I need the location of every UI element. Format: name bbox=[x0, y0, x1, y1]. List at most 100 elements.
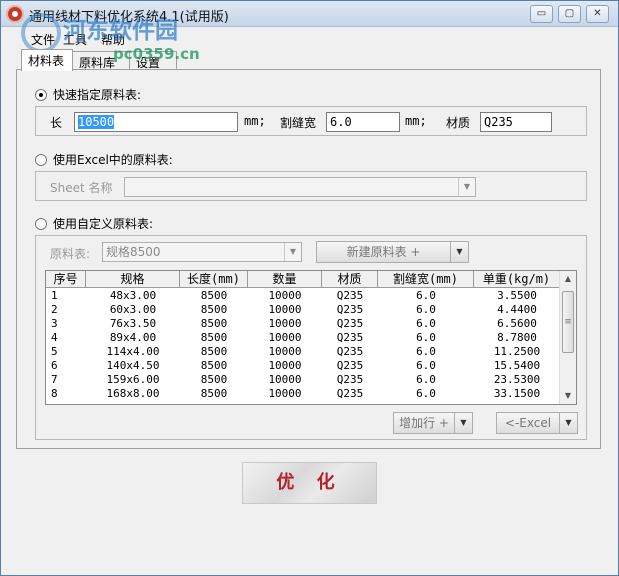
table-cell: Q235 bbox=[336, 345, 364, 358]
excel-radio[interactable] bbox=[35, 153, 47, 166]
table-cell: Q235 bbox=[336, 303, 364, 316]
table-cell: 6.0 bbox=[416, 303, 436, 316]
table-cell: 140x4.50 bbox=[106, 359, 160, 372]
table-row[interactable]: 2 60x3.00 8500 10000 Q235 6.0 4.4400 bbox=[46, 303, 560, 317]
table-cell: Q235 bbox=[336, 331, 364, 344]
table-cell: 3 bbox=[51, 317, 58, 330]
column-header[interactable]: 材质 bbox=[322, 271, 378, 288]
table-cell: 159x6.00 bbox=[106, 373, 160, 386]
custom-radio[interactable] bbox=[35, 217, 47, 230]
table-cell: 2 bbox=[51, 303, 58, 316]
column-header[interactable]: 数量 bbox=[248, 271, 322, 288]
table-row[interactable]: 7 159x6.00 8500 10000 Q235 6.0 23.5300 bbox=[46, 373, 560, 387]
column-header[interactable]: 序号 bbox=[46, 271, 86, 288]
minimize-button[interactable]: ▭ bbox=[530, 5, 553, 23]
table-body: 1 48x3.00 8500 10000 Q235 6.0 3.5500 2 60x3.00 85… bbox=[46, 289, 560, 401]
sheet-name-label: Sheet 名称 bbox=[50, 181, 113, 195]
stock-table-value: 规格8500 bbox=[106, 245, 161, 259]
menu-help[interactable]: 帮助 bbox=[101, 31, 125, 48]
scroll-thumb[interactable]: ≡ bbox=[562, 291, 574, 353]
chevron-down-icon[interactable]: ▼ bbox=[450, 242, 468, 262]
optimize-button[interactable]: 优 化 bbox=[242, 462, 377, 504]
excel-radio-row[interactable]: 使用Excel中的原料表: bbox=[35, 151, 173, 168]
add-row-button[interactable]: 增加行 + ▼ bbox=[393, 412, 473, 434]
table-cell: 10000 bbox=[268, 303, 302, 316]
material-label: 材质 bbox=[446, 116, 471, 130]
column-header[interactable]: 单重(kg/m) bbox=[474, 271, 560, 288]
table-cell: 6.0 bbox=[416, 345, 436, 358]
stock-table-select[interactable]: 规格8500 ▼ bbox=[102, 242, 302, 262]
new-stock-table-label: 新建原料表 + bbox=[346, 245, 421, 259]
table-cell: 23.5300 bbox=[493, 373, 541, 386]
table-cell: 8 bbox=[51, 387, 58, 400]
table-cell: 6.0 bbox=[416, 373, 436, 386]
column-header[interactable]: 规格 bbox=[86, 271, 180, 288]
table-row[interactable]: 1 48x3.00 8500 10000 Q235 6.0 3.5500 bbox=[46, 289, 560, 303]
column-header[interactable]: 长度(mm) bbox=[180, 271, 248, 288]
material-input[interactable]: Q235 bbox=[480, 112, 552, 132]
table-cell: 10000 bbox=[268, 317, 302, 330]
table-header: 序号 规格 长度(mm) 数量 材质 割缝宽(mm) 单重(kg/m) bbox=[46, 271, 560, 288]
table-row[interactable]: 6 140x4.50 8500 10000 Q235 6.0 15.5400 bbox=[46, 359, 560, 373]
stock-table-grid[interactable]: 序号 规格 长度(mm) 数量 材质 割缝宽(mm) 单重(kg/m) 1 48x3.00 85… bbox=[45, 270, 577, 405]
close-button[interactable]: ✕ bbox=[586, 5, 609, 23]
table-cell: 4.4400 bbox=[497, 303, 537, 316]
table-cell: 6.0 bbox=[416, 359, 436, 372]
table-cell: 1 bbox=[51, 289, 58, 302]
length-input[interactable]: 10500 bbox=[74, 112, 238, 132]
table-cell: 8500 bbox=[200, 387, 228, 400]
window-title: 通用线材下料优化系统4.1(试用版) bbox=[29, 10, 229, 25]
table-cell: 10000 bbox=[268, 345, 302, 358]
scroll-down-icon[interactable]: ▼ bbox=[560, 388, 576, 404]
chevron-down-icon: ▼ bbox=[284, 243, 301, 261]
tab-stock-library[interactable]: 原料库 bbox=[72, 51, 130, 71]
tab-materials[interactable]: 材料表 bbox=[21, 49, 73, 71]
table-cell: 8500 bbox=[200, 373, 228, 386]
menu-file[interactable]: 文件 bbox=[31, 31, 55, 48]
quick-radio-label: 快速指定原料表: bbox=[53, 88, 142, 102]
table-cell: 10000 bbox=[268, 289, 302, 302]
tab-settings[interactable]: 设置 bbox=[129, 51, 177, 71]
table-cell: 8500 bbox=[200, 303, 228, 316]
app-logo-icon bbox=[6, 5, 24, 23]
quick-radio[interactable] bbox=[35, 88, 47, 101]
menu-tools[interactable]: 工具 bbox=[63, 31, 87, 48]
quick-radio-row[interactable]: 快速指定原料表: bbox=[35, 86, 141, 103]
table-cell: Q235 bbox=[336, 387, 364, 400]
excel-radio-label: 使用Excel中的原料表: bbox=[53, 153, 173, 167]
kerf-unit: mm; bbox=[405, 114, 427, 128]
column-header[interactable]: 割缝宽(mm) bbox=[378, 271, 474, 288]
table-cell: 114x4.00 bbox=[106, 345, 160, 358]
table-cell: 4 bbox=[51, 331, 58, 344]
new-stock-table-button[interactable]: 新建原料表 + ▼ bbox=[316, 241, 469, 263]
scroll-up-icon[interactable]: ▲ bbox=[560, 271, 576, 287]
table-row[interactable]: 5 114x4.00 8500 10000 Q235 6.0 11.2500 bbox=[46, 345, 560, 359]
import-excel-button[interactable]: <-Excel ▼ bbox=[496, 412, 578, 434]
table-row[interactable]: 3 76x3.50 8500 10000 Q235 6.0 6.5600 bbox=[46, 317, 560, 331]
table-cell: 6 bbox=[51, 359, 58, 372]
chevron-down-icon[interactable]: ▼ bbox=[559, 413, 577, 433]
table-cell: 60x3.00 bbox=[109, 303, 157, 316]
stock-table-label: 原料表: bbox=[50, 247, 91, 261]
custom-radio-label: 使用自定义原料表: bbox=[53, 217, 154, 231]
quick-group: 长 10500 mm; 割缝宽 6.0 mm; 材质 Q235 bbox=[35, 106, 587, 136]
table-row[interactable]: 4 89x4.00 8500 10000 Q235 6.0 8.7800 bbox=[46, 331, 560, 345]
table-cell: 8500 bbox=[200, 331, 228, 344]
restore-button[interactable]: ▢ bbox=[558, 5, 581, 23]
table-cell: 10000 bbox=[268, 359, 302, 372]
length-value: 10500 bbox=[78, 115, 115, 129]
table-row[interactable]: 8 168x8.00 8500 10000 Q235 6.0 33.1500 bbox=[46, 387, 560, 401]
table-cell: 48x3.00 bbox=[109, 289, 157, 302]
length-label: 长 bbox=[50, 116, 63, 130]
table-cell: 8500 bbox=[200, 359, 228, 372]
vertical-scrollbar[interactable]: ▲ ≡ ▼ bbox=[559, 271, 576, 404]
table-cell: 6.0 bbox=[416, 387, 436, 400]
custom-radio-row[interactable]: 使用自定义原料表: bbox=[35, 215, 153, 232]
tab-panel: 快速指定原料表: 长 10500 mm; 割缝宽 6.0 mm; 材质 Q235… bbox=[16, 69, 601, 449]
table-cell: Q235 bbox=[336, 359, 364, 372]
table-cell: 10000 bbox=[268, 387, 302, 400]
sheet-name-select[interactable]: ▼ bbox=[124, 177, 476, 197]
table-cell: 6.0 bbox=[416, 289, 436, 302]
kerf-input[interactable]: 6.0 bbox=[326, 112, 400, 132]
chevron-down-icon[interactable]: ▼ bbox=[454, 413, 472, 433]
